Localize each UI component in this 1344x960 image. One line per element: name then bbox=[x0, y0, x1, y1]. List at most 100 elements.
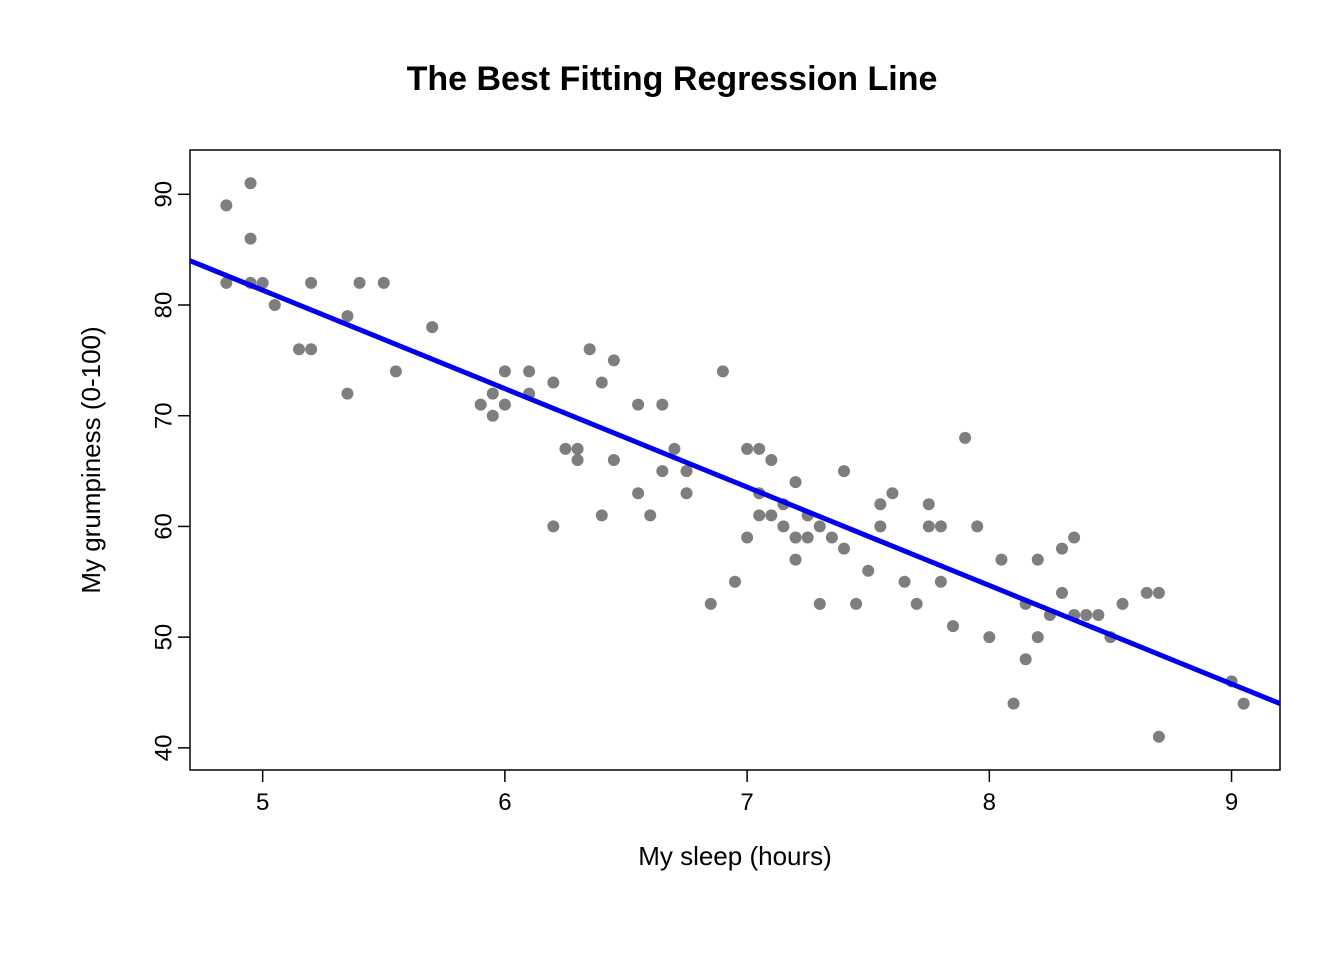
data-point bbox=[269, 299, 281, 311]
data-point bbox=[983, 631, 995, 643]
data-point bbox=[729, 576, 741, 588]
data-point bbox=[838, 465, 850, 477]
data-point bbox=[572, 443, 584, 455]
data-point bbox=[947, 620, 959, 632]
x-tick-label: 8 bbox=[983, 789, 996, 816]
data-point bbox=[656, 399, 668, 411]
data-point bbox=[717, 365, 729, 377]
data-point bbox=[935, 520, 947, 532]
regression-line bbox=[190, 261, 1280, 704]
data-point bbox=[475, 399, 487, 411]
data-point bbox=[874, 498, 886, 510]
data-point bbox=[1238, 698, 1250, 710]
data-point bbox=[705, 598, 717, 610]
y-tick-label: 40 bbox=[150, 735, 177, 762]
data-point bbox=[559, 443, 571, 455]
data-point bbox=[1153, 731, 1165, 743]
data-point bbox=[572, 454, 584, 466]
data-point bbox=[790, 554, 802, 566]
data-point bbox=[802, 532, 814, 544]
data-point bbox=[644, 509, 656, 521]
data-point bbox=[293, 343, 305, 355]
data-point bbox=[1092, 609, 1104, 621]
data-point bbox=[305, 343, 317, 355]
data-point bbox=[341, 388, 353, 400]
data-point bbox=[959, 432, 971, 444]
x-tick-label: 9 bbox=[1225, 789, 1238, 816]
chart-title: The Best Fitting Regression Line bbox=[0, 60, 1344, 99]
data-point bbox=[899, 576, 911, 588]
data-point bbox=[765, 454, 777, 466]
data-point bbox=[681, 465, 693, 477]
data-point bbox=[753, 443, 765, 455]
data-point bbox=[354, 277, 366, 289]
chart-container: The Best Fitting Regression Line 5 6 7 8 9 4… bbox=[0, 0, 1344, 960]
data-point bbox=[390, 365, 402, 377]
data-point bbox=[245, 233, 257, 245]
x-axis-label: My sleep (hours) bbox=[638, 841, 832, 871]
data-point bbox=[874, 520, 886, 532]
data-point bbox=[596, 509, 608, 521]
data-point bbox=[378, 277, 390, 289]
data-point bbox=[971, 520, 983, 532]
data-point bbox=[923, 498, 935, 510]
data-point bbox=[826, 532, 838, 544]
data-point bbox=[341, 310, 353, 322]
data-point bbox=[911, 598, 923, 610]
data-point bbox=[814, 520, 826, 532]
y-axis: 40 50 60 70 80 90 bbox=[150, 181, 190, 761]
data-point bbox=[656, 465, 668, 477]
data-point bbox=[814, 598, 826, 610]
y-tick-label: 50 bbox=[150, 624, 177, 651]
y-tick-label: 90 bbox=[150, 181, 177, 208]
scatter-chart: 5 6 7 8 9 40 50 60 70 80 90 My sleep (hours) My g… bbox=[0, 0, 1344, 960]
data-point bbox=[305, 277, 317, 289]
data-point bbox=[790, 476, 802, 488]
data-point bbox=[608, 354, 620, 366]
x-tick-label: 7 bbox=[740, 789, 753, 816]
y-tick-label: 60 bbox=[150, 513, 177, 540]
data-point bbox=[862, 565, 874, 577]
data-point bbox=[499, 399, 511, 411]
data-point bbox=[547, 520, 559, 532]
x-tick-label: 6 bbox=[498, 789, 511, 816]
data-point bbox=[632, 399, 644, 411]
x-tick-label: 5 bbox=[256, 789, 269, 816]
x-axis: 5 6 7 8 9 bbox=[256, 770, 1238, 816]
data-point bbox=[850, 598, 862, 610]
data-point bbox=[777, 520, 789, 532]
data-point bbox=[1032, 554, 1044, 566]
data-point bbox=[245, 177, 257, 189]
data-point bbox=[753, 509, 765, 521]
data-point bbox=[632, 487, 644, 499]
data-point bbox=[547, 377, 559, 389]
data-point bbox=[995, 554, 1007, 566]
data-point bbox=[765, 509, 777, 521]
y-tick-label: 80 bbox=[150, 292, 177, 319]
data-point bbox=[886, 487, 898, 499]
data-point bbox=[1056, 587, 1068, 599]
data-point bbox=[426, 321, 438, 333]
y-tick-label: 70 bbox=[150, 402, 177, 429]
data-point bbox=[741, 532, 753, 544]
data-point bbox=[681, 487, 693, 499]
data-point bbox=[923, 520, 935, 532]
data-point bbox=[1153, 587, 1165, 599]
data-point bbox=[584, 343, 596, 355]
data-point bbox=[790, 532, 802, 544]
data-point bbox=[1020, 653, 1032, 665]
data-point bbox=[1008, 698, 1020, 710]
data-point bbox=[523, 365, 535, 377]
data-point bbox=[668, 443, 680, 455]
y-axis-label: My grumpiness (0-100) bbox=[76, 326, 106, 593]
data-point bbox=[596, 377, 608, 389]
data-point bbox=[1032, 631, 1044, 643]
data-point bbox=[487, 388, 499, 400]
data-point bbox=[220, 199, 232, 211]
data-point bbox=[935, 576, 947, 588]
data-point bbox=[1117, 598, 1129, 610]
data-point bbox=[1068, 532, 1080, 544]
data-point bbox=[1141, 587, 1153, 599]
data-point bbox=[838, 543, 850, 555]
data-points bbox=[220, 177, 1249, 743]
